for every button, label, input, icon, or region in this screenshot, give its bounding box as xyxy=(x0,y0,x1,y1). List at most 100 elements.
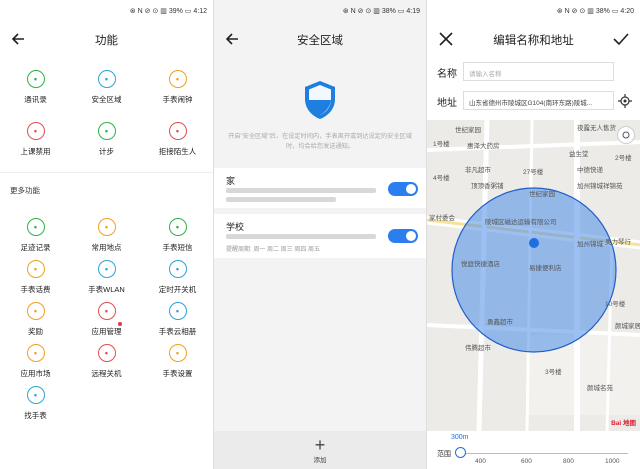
map-label: 顶顶香粥铺 xyxy=(471,183,504,190)
function-label: 远程关机 xyxy=(91,369,122,378)
map-label: 加州锦城祥锦苑 xyxy=(577,183,623,190)
map-label: 10号楼 xyxy=(605,301,626,308)
name-row: 名称 请输入名称 xyxy=(427,60,640,84)
confirm-button[interactable] xyxy=(610,28,632,50)
map-label: 2号楼 xyxy=(615,155,632,162)
medal-icon: • xyxy=(26,302,45,320)
zone-school-toggle[interactable] xyxy=(388,229,418,243)
range-current-value: 300m xyxy=(451,434,469,441)
range-label: 范围 xyxy=(437,451,451,458)
map-label: 颜城名苑 xyxy=(587,385,613,392)
address-row: 地址 山东省德州市陵城区G104(南环东路)陵城... xyxy=(427,89,640,113)
shield-icon xyxy=(214,80,426,125)
map-label: 27号楼 xyxy=(523,169,544,176)
bag-icon: • xyxy=(26,122,45,140)
alarm-icon: • xyxy=(168,70,187,88)
phone-bill-icon: • xyxy=(26,260,45,278)
map-label: 伟腾超市 xyxy=(465,345,491,352)
functions-header: 功能 xyxy=(0,22,213,56)
zone-address-redacted xyxy=(226,188,376,193)
photo-icon: • xyxy=(168,302,187,320)
find-watch-icon: • xyxy=(26,386,45,404)
crosshair-icon xyxy=(622,131,630,139)
function-item[interactable]: • 足迹记录 xyxy=(0,218,71,253)
function-item[interactable]: • 安全区域 xyxy=(71,70,142,105)
range-tick-label: 1000 xyxy=(605,458,620,465)
function-label: 足迹记录 xyxy=(20,243,51,252)
function-item[interactable]: • 拒接陌生人 xyxy=(142,122,213,157)
person-icon: • xyxy=(26,70,45,88)
function-label: 计步 xyxy=(99,147,114,156)
market-icon: • xyxy=(26,344,45,362)
function-label: 上课禁用 xyxy=(20,147,51,156)
notification-dot xyxy=(118,322,122,326)
function-label: 拒接陌生人 xyxy=(158,147,197,156)
more-functions-label: 更多功能 xyxy=(10,186,40,195)
map-label: 益生堂 xyxy=(569,151,589,158)
function-item[interactable]: • 手表闹钟 xyxy=(142,70,213,105)
function-item[interactable]: • 通讯录 xyxy=(0,70,71,105)
function-item[interactable]: • 手表云相册 xyxy=(142,302,213,337)
app-icon: • xyxy=(97,302,116,320)
power-icon: • xyxy=(97,344,116,362)
page-title: 功能 xyxy=(95,35,118,47)
settings-icon: • xyxy=(168,344,187,362)
zone-address-redacted xyxy=(226,234,376,239)
function-item[interactable]: • 应用管理 xyxy=(71,302,142,337)
zone-address-redacted xyxy=(226,197,336,202)
safe-zone-description: 开启"安全区域"后，在设定时间内，手表离开或到达设定的安全区域时，均会给您发送通… xyxy=(228,133,412,150)
function-label: 手表设置 xyxy=(162,369,193,378)
function-item[interactable]: • 应用市场 xyxy=(0,344,71,379)
function-label: 找手表 xyxy=(24,411,47,420)
function-label: 常用地点 xyxy=(91,243,122,252)
add-zone-button[interactable]: + 添加 xyxy=(214,431,426,469)
name-input[interactable]: 请输入名称 xyxy=(463,62,614,81)
functions-panel: ⊛ N ⊘ ⊙ ▥ 39% ▭ 4:12 功能 • 通讯录 • 安全区域 • 手表闹钟 • 上… xyxy=(0,0,213,469)
zone-schedule: 提醒周期: 周一 周二 周三 周四 周五 xyxy=(226,247,321,253)
map-label: 陵城区磁达运输有限公司 xyxy=(485,219,557,226)
function-item[interactable]: • 手表设置 xyxy=(142,344,213,379)
function-item[interactable]: • 计步 xyxy=(71,122,142,157)
zone-item-school[interactable]: 学校 提醒周期: 周一 周二 周三 周四 周五 xyxy=(214,214,426,258)
status-bar: ⊛ N ⊘ ⊙ ▥ 39% ▭ 4:12 xyxy=(0,0,213,20)
message-icon: • xyxy=(168,218,187,236)
function-item[interactable]: • 手表WLAN xyxy=(71,260,142,295)
map-label: 夜露无人售货 xyxy=(577,125,616,132)
range-slider-thumb[interactable] xyxy=(455,447,466,458)
map-label: 易捷便利店 xyxy=(529,265,562,272)
edit-zone-panel: ⊛ N ⊘ ⊙ ▥ 38% ▭ 4:20 编辑名称和地址 名称 请输入名称 地址… xyxy=(426,0,640,469)
locate-icon xyxy=(618,94,632,108)
function-item[interactable]: • 找手表 xyxy=(0,386,71,421)
function-item[interactable]: • 上课禁用 xyxy=(0,122,71,157)
function-item[interactable]: • 远程关机 xyxy=(71,344,142,379)
function-label: 定时开关机 xyxy=(158,285,197,294)
checkmark-icon xyxy=(613,33,629,46)
location-icon: • xyxy=(26,218,45,236)
map-locate-button[interactable] xyxy=(617,126,635,144)
address-input[interactable]: 山东省德州市陵城区G104(南环东路)陵城... xyxy=(463,91,614,110)
status-bar: ⊛ N ⊘ ⊙ ▥ 38% ▭ 4:19 xyxy=(214,0,426,20)
edit-zone-header: 编辑名称和地址 xyxy=(427,22,640,56)
function-item[interactable]: • 手表话费 xyxy=(0,260,71,295)
function-item[interactable]: • 手表短信 xyxy=(142,218,213,253)
map-label: 世纪家园 xyxy=(455,127,481,134)
function-label: 手表话费 xyxy=(20,285,51,294)
address-label: 地址 xyxy=(437,98,457,109)
map-label: 3号楼 xyxy=(545,369,562,376)
status-indicators: ⊛ N ⊘ ⊙ ▥ 39% ▭ 4:12 xyxy=(129,8,207,15)
function-label: 手表WLAN xyxy=(88,285,125,294)
map-view[interactable]: 世纪家园 夜露无人售货 惠泽大药房 益生堂 非凡超市 中德快递 顶顶香粥铺 世纪家园 加州锦城祥… xyxy=(427,120,640,431)
locate-button[interactable] xyxy=(618,94,632,113)
zone-home-toggle[interactable] xyxy=(388,182,418,196)
range-track[interactable] xyxy=(461,453,628,454)
status-bar: ⊛ N ⊘ ⊙ ▥ 38% ▭ 4:20 xyxy=(427,0,640,20)
phone-block-icon: • xyxy=(168,122,187,140)
function-label: 应用管理 xyxy=(91,327,122,336)
zone-item-home[interactable]: 家 xyxy=(214,168,426,208)
section-divider xyxy=(0,172,213,173)
range-tick-label: 600 xyxy=(521,458,532,465)
function-item[interactable]: • 常用地点 xyxy=(71,218,142,253)
function-item[interactable]: • 定时开关机 xyxy=(142,260,213,295)
function-item[interactable]: • 奖励 xyxy=(0,302,71,337)
status-indicators: ⊛ N ⊘ ⊙ ▥ 38% ▭ 4:20 xyxy=(556,8,634,15)
